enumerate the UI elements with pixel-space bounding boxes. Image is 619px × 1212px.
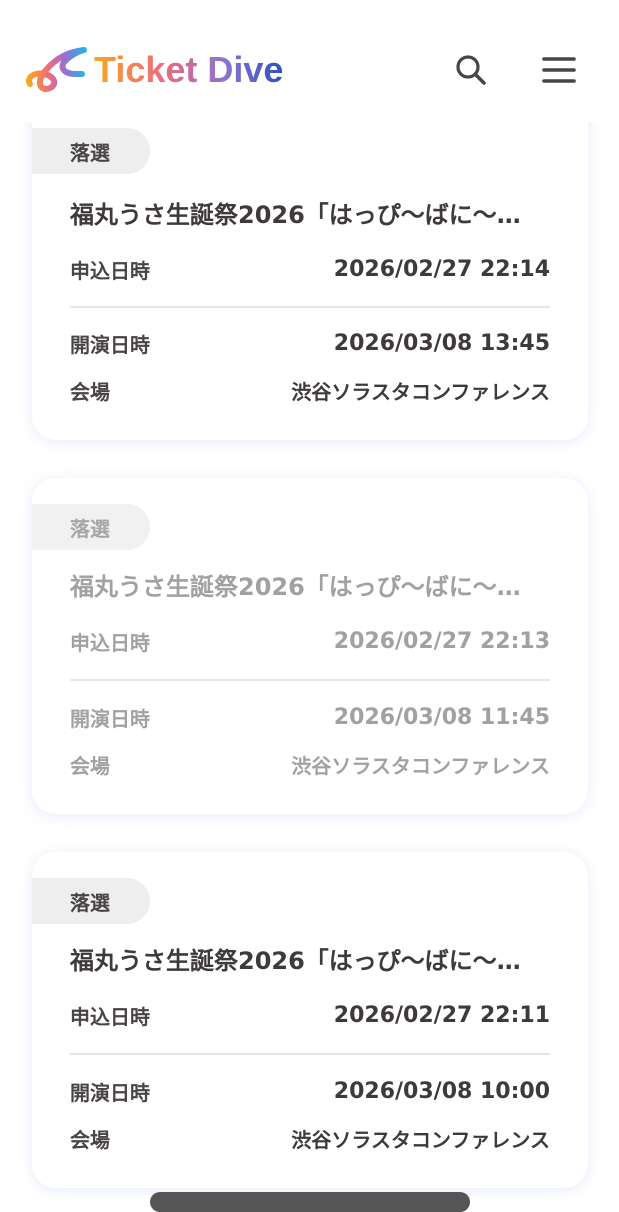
applied-datetime-value: 2026/02/27 22:14 [333, 256, 550, 282]
event-title: 福丸うさ生誕祭2026「はっぴ〜ばに〜… [70, 947, 521, 975]
venue-value: 渋谷ソラスタコンファレンス [291, 753, 550, 778]
divider [70, 306, 550, 308]
event-datetime-label: 開演日時 [70, 1080, 150, 1105]
venue-label: 会場 [70, 379, 110, 404]
logo-text-label: Ticket Dive [94, 49, 283, 90]
application-card[interactable]: 落選 福丸うさ生誕祭2026「はっぴ〜ばに〜… 申込日時 2026/02/27 … [32, 852, 588, 1188]
venue-value: 渋谷ソラスタコンファレンス [291, 1127, 550, 1152]
applied-datetime-value: 2026/02/27 22:13 [333, 628, 550, 654]
event-datetime-row: 開演日時 2026/03/08 10:00 [70, 1074, 550, 1108]
event-datetime-value: 2026/03/08 13:45 [333, 330, 550, 356]
logo-mark-icon [26, 47, 87, 92]
floating-bar[interactable] [150, 1192, 470, 1212]
menu-button[interactable] [537, 48, 581, 92]
event-datetime-row: 開演日時 2026/03/08 13:45 [70, 326, 550, 360]
venue-row: 会場 渋谷ソラスタコンファレンス [70, 747, 550, 781]
event-title: 福丸うさ生誕祭2026「はっぴ〜ばに〜… [70, 573, 521, 601]
logo[interactable]: Ticket Dive [24, 44, 306, 94]
applied-datetime-row: 申込日時 2026/02/27 22:14 [70, 252, 550, 286]
status-badge: 落選 [32, 878, 150, 924]
venue-value: 渋谷ソラスタコンファレンス [291, 379, 550, 404]
status-badge: 落選 [32, 128, 150, 174]
event-datetime-row: 開演日時 2026/03/08 11:45 [70, 700, 550, 734]
application-list: 落選 福丸うさ生誕祭2026「はっぴ〜ばに〜… 申込日時 2026/02/27 … [0, 0, 619, 1212]
application-card[interactable]: 落選 福丸うさ生誕祭2026「はっぴ〜ばに〜… 申込日時 2026/02/27 … [32, 478, 588, 814]
venue-label: 会場 [70, 753, 110, 778]
applied-datetime-row: 申込日時 2026/02/27 22:13 [70, 624, 550, 658]
venue-row: 会場 渋谷ソラスタコンファレンス [70, 1121, 550, 1155]
applied-datetime-label: 申込日時 [70, 630, 150, 655]
event-datetime-label: 開演日時 [70, 706, 150, 731]
applied-datetime-label: 申込日時 [70, 258, 150, 283]
search-icon [456, 55, 486, 85]
venue-label: 会場 [70, 1127, 110, 1152]
applied-datetime-label: 申込日時 [70, 1004, 150, 1029]
event-title: 福丸うさ生誕祭2026「はっぴ〜ばに〜… [70, 201, 521, 229]
applied-datetime-value: 2026/02/27 22:11 [333, 1002, 550, 1028]
applied-datetime-row: 申込日時 2026/02/27 22:11 [70, 998, 550, 1032]
event-datetime-value: 2026/03/08 11:45 [333, 704, 550, 730]
venue-row: 会場 渋谷ソラスタコンファレンス [70, 373, 550, 407]
status-badge: 落選 [32, 504, 150, 550]
divider [70, 679, 550, 681]
hamburger-menu-icon [542, 57, 576, 83]
event-datetime-value: 2026/03/08 10:00 [333, 1078, 550, 1104]
search-button[interactable] [449, 48, 493, 92]
logo-text: Ticket Dive [94, 49, 283, 90]
event-datetime-label: 開演日時 [70, 332, 150, 357]
divider [70, 1053, 550, 1055]
site-header: Ticket Dive [0, 0, 619, 122]
